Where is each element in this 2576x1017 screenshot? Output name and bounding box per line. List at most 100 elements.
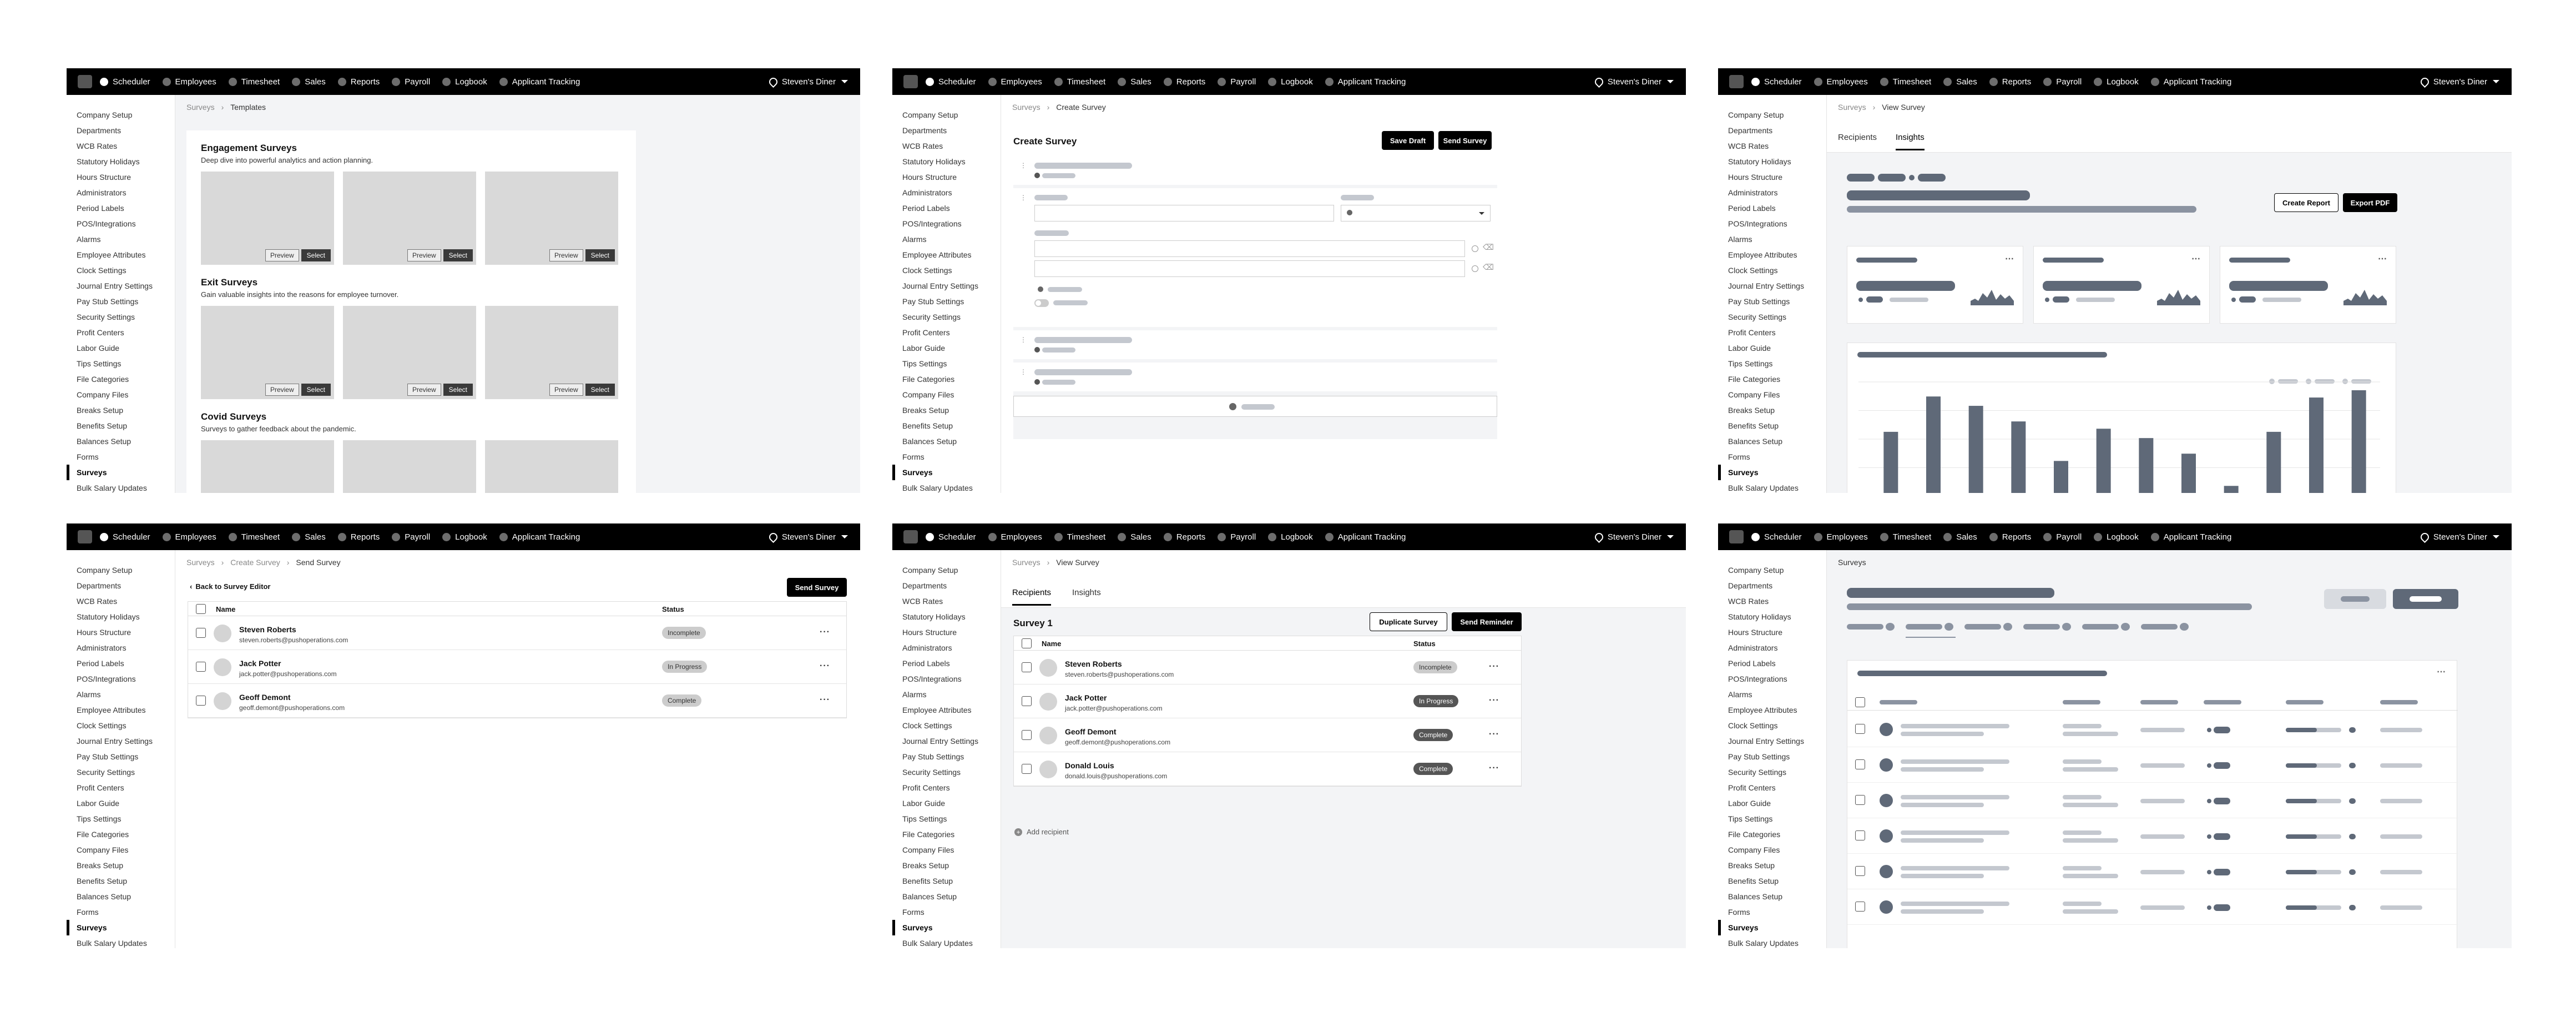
tab-insights[interactable]: Insights [1072,588,1101,597]
sidebar-item[interactable]: Period Labels [892,200,1001,216]
question-collapsed[interactable]: ⋮ [1013,156,1497,185]
filter-chip[interactable] [2082,621,2136,632]
nav-item[interactable]: Sales [292,532,326,542]
sidebar-item[interactable]: Tips Settings [1718,356,1826,371]
nav-item[interactable]: Timesheet [228,77,280,87]
sidebar-item[interactable]: Company Setup [892,107,1001,123]
sidebar-item[interactable]: Period Labels [1718,200,1826,216]
option-input[interactable] [1034,240,1465,257]
row-checkbox[interactable] [196,696,206,706]
tab-recipients[interactable]: Recipients [1838,133,1877,142]
sidebar-item[interactable]: Clock Settings [892,263,1001,278]
send-reminder-button[interactable]: Send Reminder [1452,612,1522,631]
sidebar-item[interactable]: Hours Structure [1718,169,1826,185]
sidebar-item[interactable]: Bulk Salary Updates [1718,935,1826,948]
select-button[interactable]: Select [443,384,473,396]
sidebar-item[interactable]: Alarms [67,231,175,247]
nav-item[interactable]: Applicant Tracking [2150,77,2231,87]
nav-item[interactable]: Sales [1943,77,1977,87]
sidebar-item[interactable]: Company Files [1718,842,1826,858]
send-survey-button[interactable]: Send Survey [787,578,847,597]
sidebar-item[interactable]: Profit Centers [67,325,175,340]
nav-item[interactable]: Scheduler [1751,77,1802,87]
template-thumbnail[interactable]: Preview Select [201,172,334,265]
sidebar-item[interactable]: Surveys [1718,920,1826,935]
sidebar-item[interactable]: Forms [892,904,1001,920]
sidebar-item[interactable]: Forms [1718,449,1826,465]
sidebar-item[interactable]: Departments [1718,123,1826,138]
preview-button[interactable]: Preview [549,249,583,261]
select-button[interactable]: Select [301,384,331,396]
sidebar-item[interactable]: Labor Guide [892,796,1001,811]
nav-item[interactable]: Timesheet [1880,77,1931,87]
sidebar-item[interactable]: Forms [1718,904,1826,920]
drag-handle-icon[interactable]: ⋮ [1020,336,1027,344]
sidebar-item[interactable]: Hours Structure [67,169,175,185]
template-thumbnail[interactable]: Preview Select [485,306,618,399]
sidebar-item[interactable]: Clock Settings [1718,263,1826,278]
more-icon[interactable]: ⋯ [2378,253,2387,264]
nav-item[interactable]: Reports [337,77,380,87]
nav-item[interactable]: Sales [1118,532,1151,542]
sidebar-item[interactable]: Period Labels [1718,656,1826,671]
sidebar-item[interactable]: Journal Entry Settings [67,278,175,294]
sidebar-item[interactable]: Journal Entry Settings [1718,733,1826,749]
sidebar-item[interactable]: Pay Stub Settings [67,749,175,764]
sidebar-item[interactable]: Pay Stub Settings [892,749,1001,764]
row-checkbox[interactable] [1022,662,1032,672]
row-checkbox[interactable] [1855,795,1865,805]
sidebar-item[interactable]: Company Setup [892,562,1001,578]
sidebar-item[interactable]: Benefits Setup [1718,418,1826,434]
sidebar-item[interactable]: POS/Integrations [892,216,1001,231]
sidebar-item[interactable]: Company Files [892,842,1001,858]
select-button[interactable]: Select [443,249,473,261]
sidebar-item[interactable]: Departments [67,578,175,593]
sidebar-item[interactable]: Administrators [1718,640,1826,656]
row-checkbox[interactable] [1855,830,1865,840]
table-row[interactable]: Donald Louis donald.louis@pushoperations.… [1014,752,1521,786]
nav-item[interactable]: Logbook [2094,77,2139,87]
sidebar-item[interactable]: Profit Centers [892,325,1001,340]
nav-item[interactable]: Reports [1163,532,1205,542]
add-option-icon[interactable] [1038,286,1043,292]
location-switcher[interactable]: Steven's Diner [767,68,848,95]
nav-item[interactable]: Payroll [2043,77,2082,87]
sidebar-item[interactable]: Forms [67,449,175,465]
sidebar-item[interactable]: Security Settings [892,309,1001,325]
select-button[interactable]: Select [301,249,331,261]
sidebar-item[interactable]: Statutory Holidays [1718,154,1826,169]
question-collapsed[interactable]: ⋮ [1013,363,1497,391]
sidebar-item[interactable]: Benefits Setup [892,873,1001,889]
template-thumbnail[interactable]: Preview Select [201,306,334,399]
sidebar-item[interactable]: Tips Settings [67,356,175,371]
table-row[interactable] [1847,854,2458,889]
sidebar-item[interactable]: Company Files [67,842,175,858]
sidebar-item[interactable]: WCB Rates [1718,138,1826,154]
sidebar-item[interactable]: Bulk Salary Updates [892,935,1001,948]
select-button[interactable]: Select [585,384,615,396]
sidebar-item[interactable]: Hours Structure [892,625,1001,640]
nav-item[interactable]: Reports [1163,77,1205,87]
sidebar-item[interactable]: Statutory Holidays [1718,609,1826,625]
sidebar-item[interactable]: Profit Centers [67,780,175,796]
sidebar-item[interactable]: Labor Guide [1718,340,1826,356]
nav-item[interactable]: Employees [162,532,216,542]
sidebar-item[interactable]: Surveys [1718,465,1826,480]
sidebar-item[interactable]: Period Labels [67,200,175,216]
sidebar-item[interactable]: Employee Attributes [1718,247,1826,263]
row-checkbox[interactable] [1022,696,1032,706]
nav-item[interactable]: Scheduler [926,77,976,87]
sidebar-item[interactable]: Departments [67,123,175,138]
sidebar-item[interactable]: Administrators [892,640,1001,656]
export-pdf-button[interactable]: Export PDF [2343,193,2397,212]
template-thumbnail[interactable]: Preview Select [343,306,476,399]
sidebar-item[interactable]: Statutory Holidays [892,154,1001,169]
sidebar-item[interactable]: WCB Rates [892,138,1001,154]
sidebar-item[interactable]: POS/Integrations [67,216,175,231]
preview-button[interactable]: Preview [265,249,299,261]
app-grid-icon[interactable] [1729,530,1744,543]
template-thumbnail[interactable] [485,440,618,493]
app-grid-icon[interactable] [903,530,918,543]
sidebar-item[interactable]: Departments [892,578,1001,593]
nav-item[interactable]: Reports [1989,77,2031,87]
